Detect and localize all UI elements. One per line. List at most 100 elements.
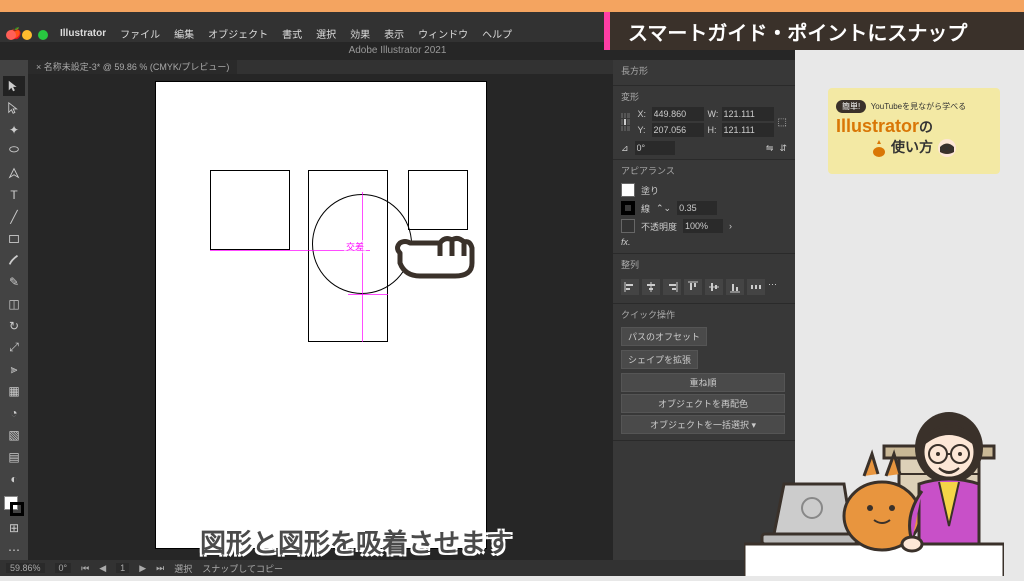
- angle-icon: ⊿: [621, 143, 629, 154]
- smart-guide-vertical: [362, 192, 363, 342]
- mascot-mini-icon: [871, 138, 887, 158]
- pen-tool[interactable]: [3, 163, 25, 183]
- y-label: Y:: [638, 125, 648, 135]
- stroke-weight-input[interactable]: [677, 201, 717, 215]
- menu-help[interactable]: ヘルプ: [482, 26, 512, 41]
- stroke-stepper-icon[interactable]: ⌃⌄: [656, 203, 671, 214]
- h-input[interactable]: [722, 123, 774, 137]
- type-tool[interactable]: T: [3, 185, 25, 205]
- width-tool[interactable]: ⫸: [3, 360, 25, 380]
- menu-object[interactable]: オブジェクト: [208, 26, 268, 41]
- current-tool-label: 選択: [174, 562, 192, 575]
- align-title: 整列: [621, 258, 787, 271]
- illustrator-window: 🍎 Illustrator ファイル 編集 オブジェクト 書式 選択 効果 表示…: [0, 12, 795, 576]
- canvas[interactable]: 交差: [28, 74, 613, 564]
- close-icon[interactable]: [6, 30, 16, 40]
- menu-effect[interactable]: 効果: [350, 26, 370, 41]
- menu-type[interactable]: 書式: [282, 26, 302, 41]
- align-vcenter-icon[interactable]: [705, 279, 723, 295]
- chevron-right-icon[interactable]: ›: [729, 221, 732, 231]
- artboard-nav-last-icon[interactable]: ⏭: [156, 563, 164, 574]
- selection-tool[interactable]: [3, 76, 25, 96]
- fill-stroke-control[interactable]: [4, 496, 24, 516]
- x-label: X:: [638, 109, 648, 119]
- menu-view[interactable]: 表示: [384, 26, 404, 41]
- y-input[interactable]: [652, 123, 704, 137]
- rotate-tool[interactable]: ↻: [3, 316, 25, 336]
- gradient-tool[interactable]: ◐: [3, 469, 25, 489]
- shape-rect-1[interactable]: [210, 170, 290, 250]
- magic-wand-tool[interactable]: ✦: [3, 120, 25, 140]
- mesh-tool[interactable]: ▤: [3, 447, 25, 467]
- paintbrush-tool[interactable]: [3, 251, 25, 271]
- orange-accent-bar: [0, 0, 1024, 12]
- h-label: H:: [708, 125, 718, 135]
- smart-guide-horizontal-2: [348, 294, 388, 295]
- promo-particle: の: [919, 119, 933, 135]
- shaper-tool[interactable]: ✎: [3, 272, 25, 292]
- link-wh-icon[interactable]: ⬚: [778, 117, 787, 128]
- angle-input[interactable]: [635, 141, 675, 155]
- rectangle-tool[interactable]: [3, 229, 25, 249]
- artboard-number[interactable]: 1: [116, 563, 129, 573]
- avatar-mini-icon: [937, 138, 957, 158]
- align-bottom-icon[interactable]: [726, 279, 744, 295]
- smart-guide-label: 交差: [344, 240, 366, 253]
- rotate-view[interactable]: 0°: [55, 563, 72, 573]
- align-left-icon[interactable]: [621, 279, 639, 295]
- opacity-input[interactable]: [683, 219, 723, 233]
- align-hcenter-icon[interactable]: [642, 279, 660, 295]
- shape-builder-tool[interactable]: ◔: [3, 403, 25, 423]
- scale-tool[interactable]: ⤢: [3, 338, 25, 358]
- perspective-tool[interactable]: ▧: [3, 425, 25, 445]
- menu-select[interactable]: 選択: [316, 26, 336, 41]
- expand-shape-button[interactable]: シェイプを拡張: [621, 350, 698, 369]
- opacity-swatch[interactable]: [621, 219, 635, 233]
- free-transform-tool[interactable]: ▦: [3, 381, 25, 401]
- eraser-tool[interactable]: ◫: [3, 294, 25, 314]
- direct-selection-tool[interactable]: [3, 98, 25, 118]
- fx-label[interactable]: fx.: [621, 237, 631, 247]
- zoom-level[interactable]: 59.86%: [6, 563, 45, 573]
- pointing-hand-cursor-icon: [390, 218, 480, 288]
- reference-point-grid[interactable]: [621, 113, 630, 131]
- stroke-swatch[interactable]: [621, 201, 635, 215]
- video-title-banner: スマートガイド・ポイントにスナップ: [604, 12, 1024, 50]
- flip-v-icon[interactable]: ⇵: [779, 143, 787, 154]
- w-label: W:: [708, 109, 718, 119]
- promo-subtitle: 使い方: [891, 139, 933, 155]
- distribute-icon[interactable]: [747, 279, 765, 295]
- shape-type-label: 長方形: [621, 64, 787, 77]
- document-tab[interactable]: × 名称未設定-3* @ 59.86 % (CMYK/プレビュー): [28, 60, 237, 74]
- line-tool[interactable]: ╱: [3, 207, 25, 227]
- transform-title: 変形: [621, 90, 787, 103]
- menu-window[interactable]: ウィンドウ: [418, 26, 468, 41]
- flip-h-icon[interactable]: ⇋: [766, 143, 774, 154]
- align-right-icon[interactable]: [663, 279, 681, 295]
- app-name: Illustrator: [60, 28, 106, 39]
- screen-mode-tool[interactable]: ⊞: [3, 518, 25, 538]
- w-input[interactable]: [722, 107, 774, 121]
- status-bar: 59.86% 0° ⏮ ◀ 1 ▶ ⏭ 選択 スナップしてコピー: [0, 560, 795, 576]
- minimize-icon[interactable]: [22, 30, 32, 40]
- fill-label: 塗り: [641, 184, 659, 197]
- lasso-tool[interactable]: [3, 141, 25, 161]
- menu-file[interactable]: ファイル: [120, 26, 160, 41]
- edit-toolbar[interactable]: ⋯: [3, 540, 25, 560]
- align-top-icon[interactable]: [684, 279, 702, 295]
- menu-edit[interactable]: 編集: [174, 26, 194, 41]
- x-input[interactable]: [652, 107, 704, 121]
- fill-swatch[interactable]: [621, 183, 635, 197]
- artboard-nav-next-icon[interactable]: ▶: [139, 563, 146, 574]
- artboard-nav-prev-icon[interactable]: ◀: [99, 563, 106, 574]
- promo-card: 簡単! YouTubeを見ながら学べる Illustratorの 使い方: [828, 88, 1000, 174]
- maximize-icon[interactable]: [38, 30, 48, 40]
- snap-status: スナップしてコピー: [202, 562, 283, 575]
- offset-path-button[interactable]: パスのオフセット: [621, 327, 707, 346]
- promo-tagline: YouTubeを見ながら学べる: [871, 102, 966, 111]
- artboard-nav-first-icon[interactable]: ⏮: [81, 563, 89, 574]
- quick-actions-title: クイック操作: [621, 308, 787, 321]
- more-options-icon[interactable]: ⋯: [768, 279, 777, 295]
- opacity-label: 不透明度: [641, 220, 677, 233]
- appearance-title: アピアランス: [621, 164, 787, 177]
